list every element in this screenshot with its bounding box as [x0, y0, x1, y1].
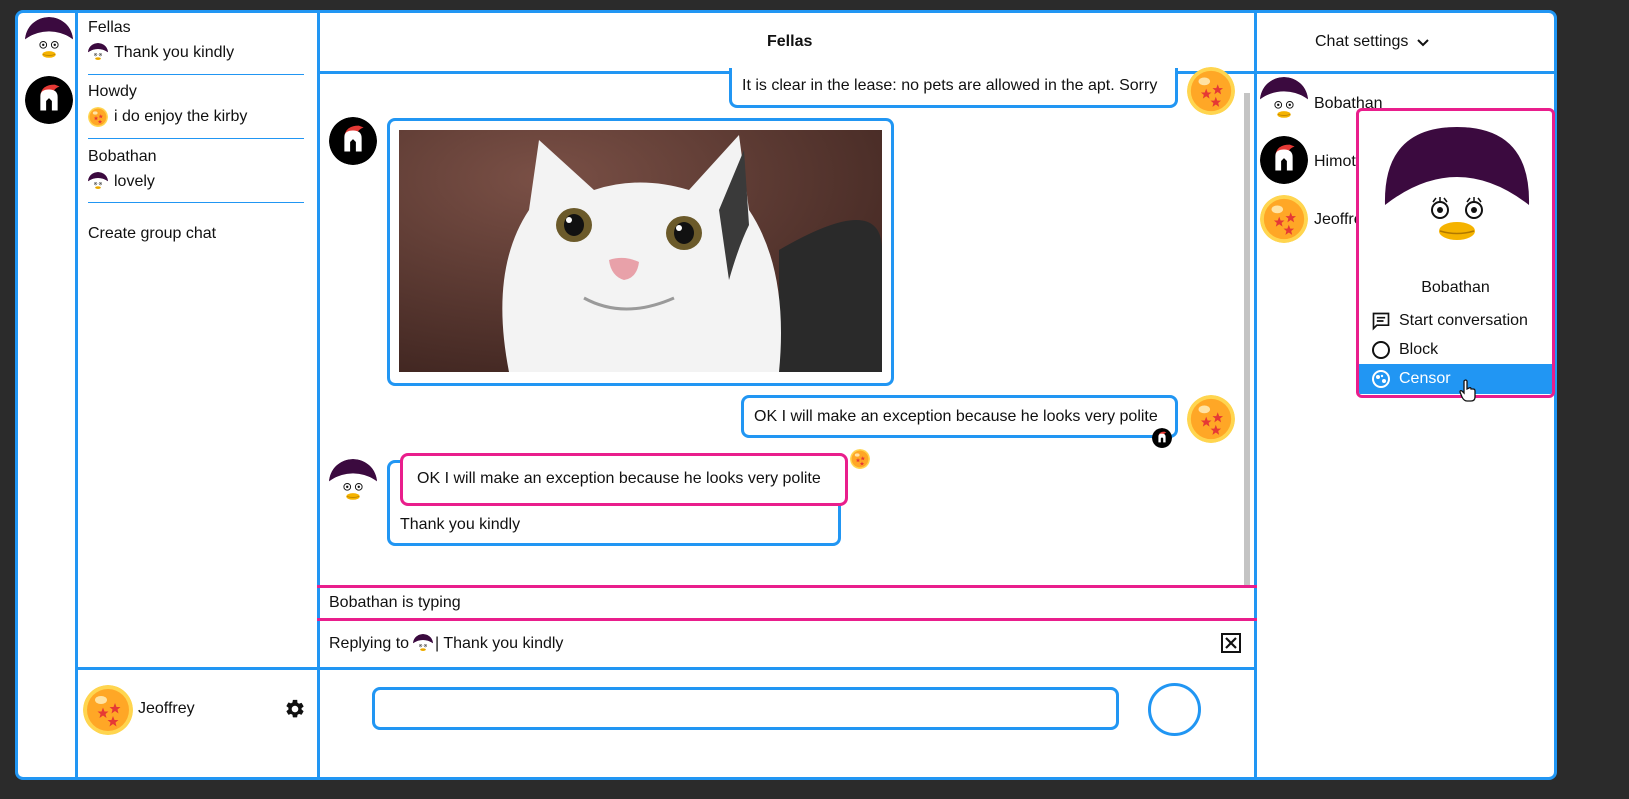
pointer-cursor-icon: [1459, 379, 1477, 403]
scrollbar[interactable]: [1244, 93, 1250, 585]
reaction-dragonball-icon[interactable]: [850, 449, 870, 469]
spartan-avatar[interactable]: [25, 76, 73, 124]
popup-user-name: Bobathan: [1421, 279, 1490, 296]
chat-preview: Thank you kindly: [114, 44, 235, 61]
chat-preview: i do enjoy the kirby: [114, 108, 248, 125]
divider: [75, 13, 78, 777]
penguin-avatar[interactable]: [25, 17, 73, 65]
message-text: It is clear in the lease: no pets are al…: [742, 77, 1158, 94]
reply-quote-text: OK I will make an exception because he l…: [417, 470, 821, 487]
chat-title: Fellas: [767, 33, 813, 50]
dragonball-avatar[interactable]: [1187, 395, 1235, 443]
penguin-avatar[interactable]: [329, 459, 377, 507]
user-popup: Bobathan Start conversation Block Censor: [1356, 108, 1555, 398]
message-text: Thank you kindly: [400, 516, 521, 533]
censor-icon: [1372, 370, 1390, 388]
message-input[interactable]: [372, 687, 1119, 730]
close-icon[interactable]: [1221, 633, 1241, 653]
message-text: OK I will make an exception because he l…: [754, 408, 1158, 425]
chat-name: Howdy: [88, 83, 137, 100]
chat-settings-label: Chat settings: [1315, 33, 1409, 50]
reply-text: | Thank you kindly: [435, 635, 564, 652]
penguin-icon: [413, 634, 433, 654]
reply-prefix: Replying to: [329, 635, 410, 652]
send-button[interactable]: [1148, 683, 1201, 736]
image-message[interactable]: [387, 118, 894, 386]
gear-icon[interactable]: [284, 698, 306, 720]
penguin-avatar-large: [1383, 127, 1531, 247]
cat-photo[interactable]: [399, 130, 882, 372]
create-group-chat-link[interactable]: Create group chat: [88, 225, 216, 243]
divider: [317, 585, 1257, 588]
block-item[interactable]: Block: [1359, 335, 1552, 365]
spartan-avatar[interactable]: [329, 117, 377, 165]
divider: [88, 202, 304, 203]
divider: [317, 618, 1257, 621]
menu-label: Start conversation: [1399, 312, 1528, 329]
chat-name: Fellas: [88, 19, 131, 36]
circle-icon: [1372, 341, 1390, 359]
read-receipt-spartan-icon: [1152, 428, 1172, 448]
reply-bar: Replying to | Thank you kindly: [329, 634, 563, 654]
divider: [317, 667, 1257, 670]
chat-preview: lovely: [114, 173, 155, 190]
member-name[interactable]: Himot: [1314, 153, 1356, 171]
penguin-avatar[interactable]: [1260, 77, 1308, 125]
current-user-name: Jeoffrey: [138, 700, 195, 717]
divider: [88, 138, 304, 139]
app-window: Fellas Thank you kindly Howdy i do enjoy…: [15, 10, 1557, 780]
spartan-avatar[interactable]: [1260, 136, 1308, 184]
chat-settings-dropdown[interactable]: Chat settings: [1315, 33, 1430, 51]
menu-label: Censor: [1399, 370, 1451, 387]
divider: [88, 74, 304, 75]
start-conversation-item[interactable]: Start conversation: [1359, 306, 1552, 336]
dragonball-avatar[interactable]: [1187, 67, 1235, 115]
censor-item[interactable]: Censor: [1359, 364, 1552, 394]
dragonball-icon: [88, 107, 108, 127]
penguin-icon: [88, 43, 108, 63]
divider: [1254, 13, 1257, 777]
chat-name: Bobathan: [88, 148, 157, 165]
divider: [317, 13, 320, 777]
typing-indicator: Bobathan is typing: [329, 594, 461, 611]
penguin-icon: [88, 172, 108, 192]
dragonball-avatar[interactable]: [1260, 195, 1308, 243]
user-avatar[interactable]: [83, 685, 133, 735]
chat-icon: [1372, 312, 1390, 331]
divider: [75, 667, 320, 670]
menu-label: Block: [1399, 341, 1439, 358]
chevron-down-icon: [1417, 39, 1430, 47]
